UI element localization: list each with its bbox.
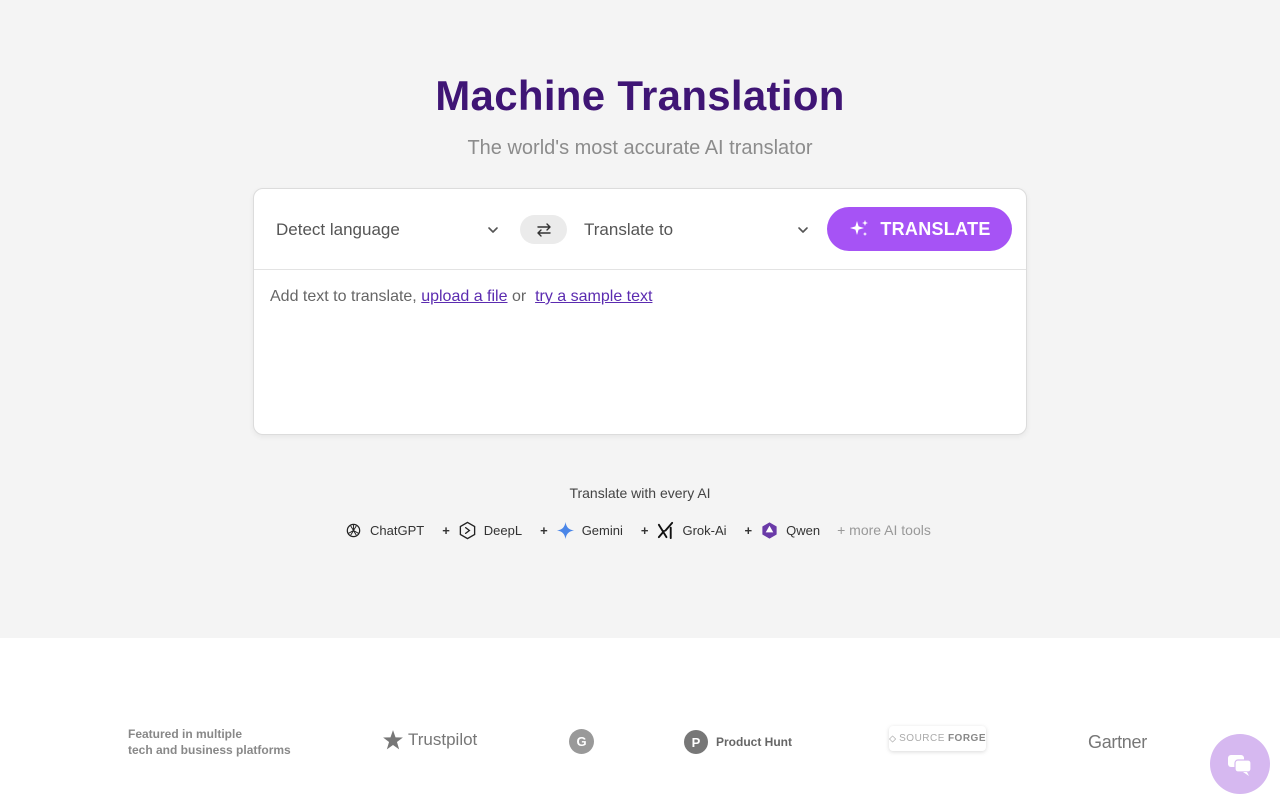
star-icon xyxy=(383,730,403,750)
featured-line: Featured in multiple xyxy=(128,727,243,741)
ai-tools-list: ChatGPT + DeepL + Gemini + Grok-Ai + Qwe… xyxy=(344,519,931,541)
ai-tool-qwen: Qwen xyxy=(760,521,820,540)
ai-tool-deepl: DeepL xyxy=(458,521,522,540)
translator-card: Detect language Translate to TRANSLATE A… xyxy=(253,188,1027,435)
sourceforge-logo[interactable]: SOURCE FORGE xyxy=(889,726,986,751)
gemini-icon xyxy=(556,521,574,539)
plus-separator: + xyxy=(744,522,753,538)
chat-icon xyxy=(1228,755,1252,776)
chevron-down-icon xyxy=(798,227,808,233)
sparkles-icon xyxy=(850,220,869,236)
translate-button[interactable]: TRANSLATE xyxy=(827,207,1012,251)
or-text: or xyxy=(511,288,527,305)
translator-toolbar: Detect language Translate to TRANSLATE xyxy=(254,189,1026,270)
plus-separator: + xyxy=(640,522,649,538)
translate-button-label: TRANSLATE xyxy=(880,218,991,239)
ai-tool-grok: Grok-Ai xyxy=(656,521,727,540)
plus-separator: + xyxy=(442,522,450,538)
page-title: Machine Translation xyxy=(435,72,845,119)
source-language-select[interactable]: Detect language xyxy=(254,211,504,249)
target-language-label: Translate to xyxy=(584,220,674,239)
hero-section: Machine Translation The world's most acc… xyxy=(0,0,1280,638)
ai-tool-label: ChatGPT xyxy=(370,522,425,538)
producthunt-wordmark: Product Hunt xyxy=(716,735,792,749)
g2-logo[interactable]: G xyxy=(569,729,594,754)
deepl-icon xyxy=(459,521,476,539)
ai-tool-label: Qwen xyxy=(786,522,821,538)
swap-arrows-icon xyxy=(536,222,551,237)
featured-line: tech and business platforms xyxy=(128,743,291,757)
chatgpt-icon xyxy=(346,523,361,537)
sample-text-link[interactable]: try a sample text xyxy=(535,288,652,305)
page-subtitle: The world's most accurate AI translator xyxy=(467,137,813,159)
more-ai-tools-link[interactable]: + more AI tools xyxy=(837,522,931,538)
g2-mark: G xyxy=(576,734,587,749)
ai-tool-gemini: Gemini xyxy=(556,521,623,540)
qwen-icon xyxy=(762,521,777,539)
trustpilot-logo[interactable]: Trustpilot xyxy=(382,729,477,751)
swap-languages-button[interactable] xyxy=(520,215,567,244)
featured-text: Featured in multiple tech and business p… xyxy=(128,726,291,758)
gartner-wordmark: Gartner xyxy=(1088,732,1147,752)
plus-separator: + xyxy=(540,522,548,538)
target-language-select[interactable]: Translate to xyxy=(562,211,814,249)
sourceforge-wordmark-a: SOURCE xyxy=(899,733,945,744)
input-prompt: Add text to translate, xyxy=(270,288,417,305)
grok-icon xyxy=(658,521,674,539)
ai-tool-label: Gemini xyxy=(581,522,623,538)
trustpilot-wordmark: Trustpilot xyxy=(408,730,478,749)
producthunt-mark: P xyxy=(684,730,708,754)
source-language-label: Detect language xyxy=(276,220,400,239)
ai-tool-chatgpt: ChatGPT xyxy=(344,521,424,540)
ai-tools-heading: Translate with every AI xyxy=(569,485,711,501)
ai-tool-label: DeepL xyxy=(483,522,523,538)
diamond-icon xyxy=(889,734,897,743)
ai-tool-label: Grok-Ai xyxy=(682,522,727,538)
chat-widget-button[interactable] xyxy=(1210,734,1270,794)
chevron-down-icon xyxy=(488,227,498,233)
gartner-logo[interactable]: Gartner xyxy=(1088,732,1147,753)
sourceforge-wordmark-b: FORGE xyxy=(947,733,986,744)
upload-file-link[interactable]: upload a file xyxy=(421,288,507,305)
text-input-area[interactable]: Add text to translate, upload a file or … xyxy=(270,288,652,306)
producthunt-logo[interactable]: P Product Hunt xyxy=(684,730,792,754)
